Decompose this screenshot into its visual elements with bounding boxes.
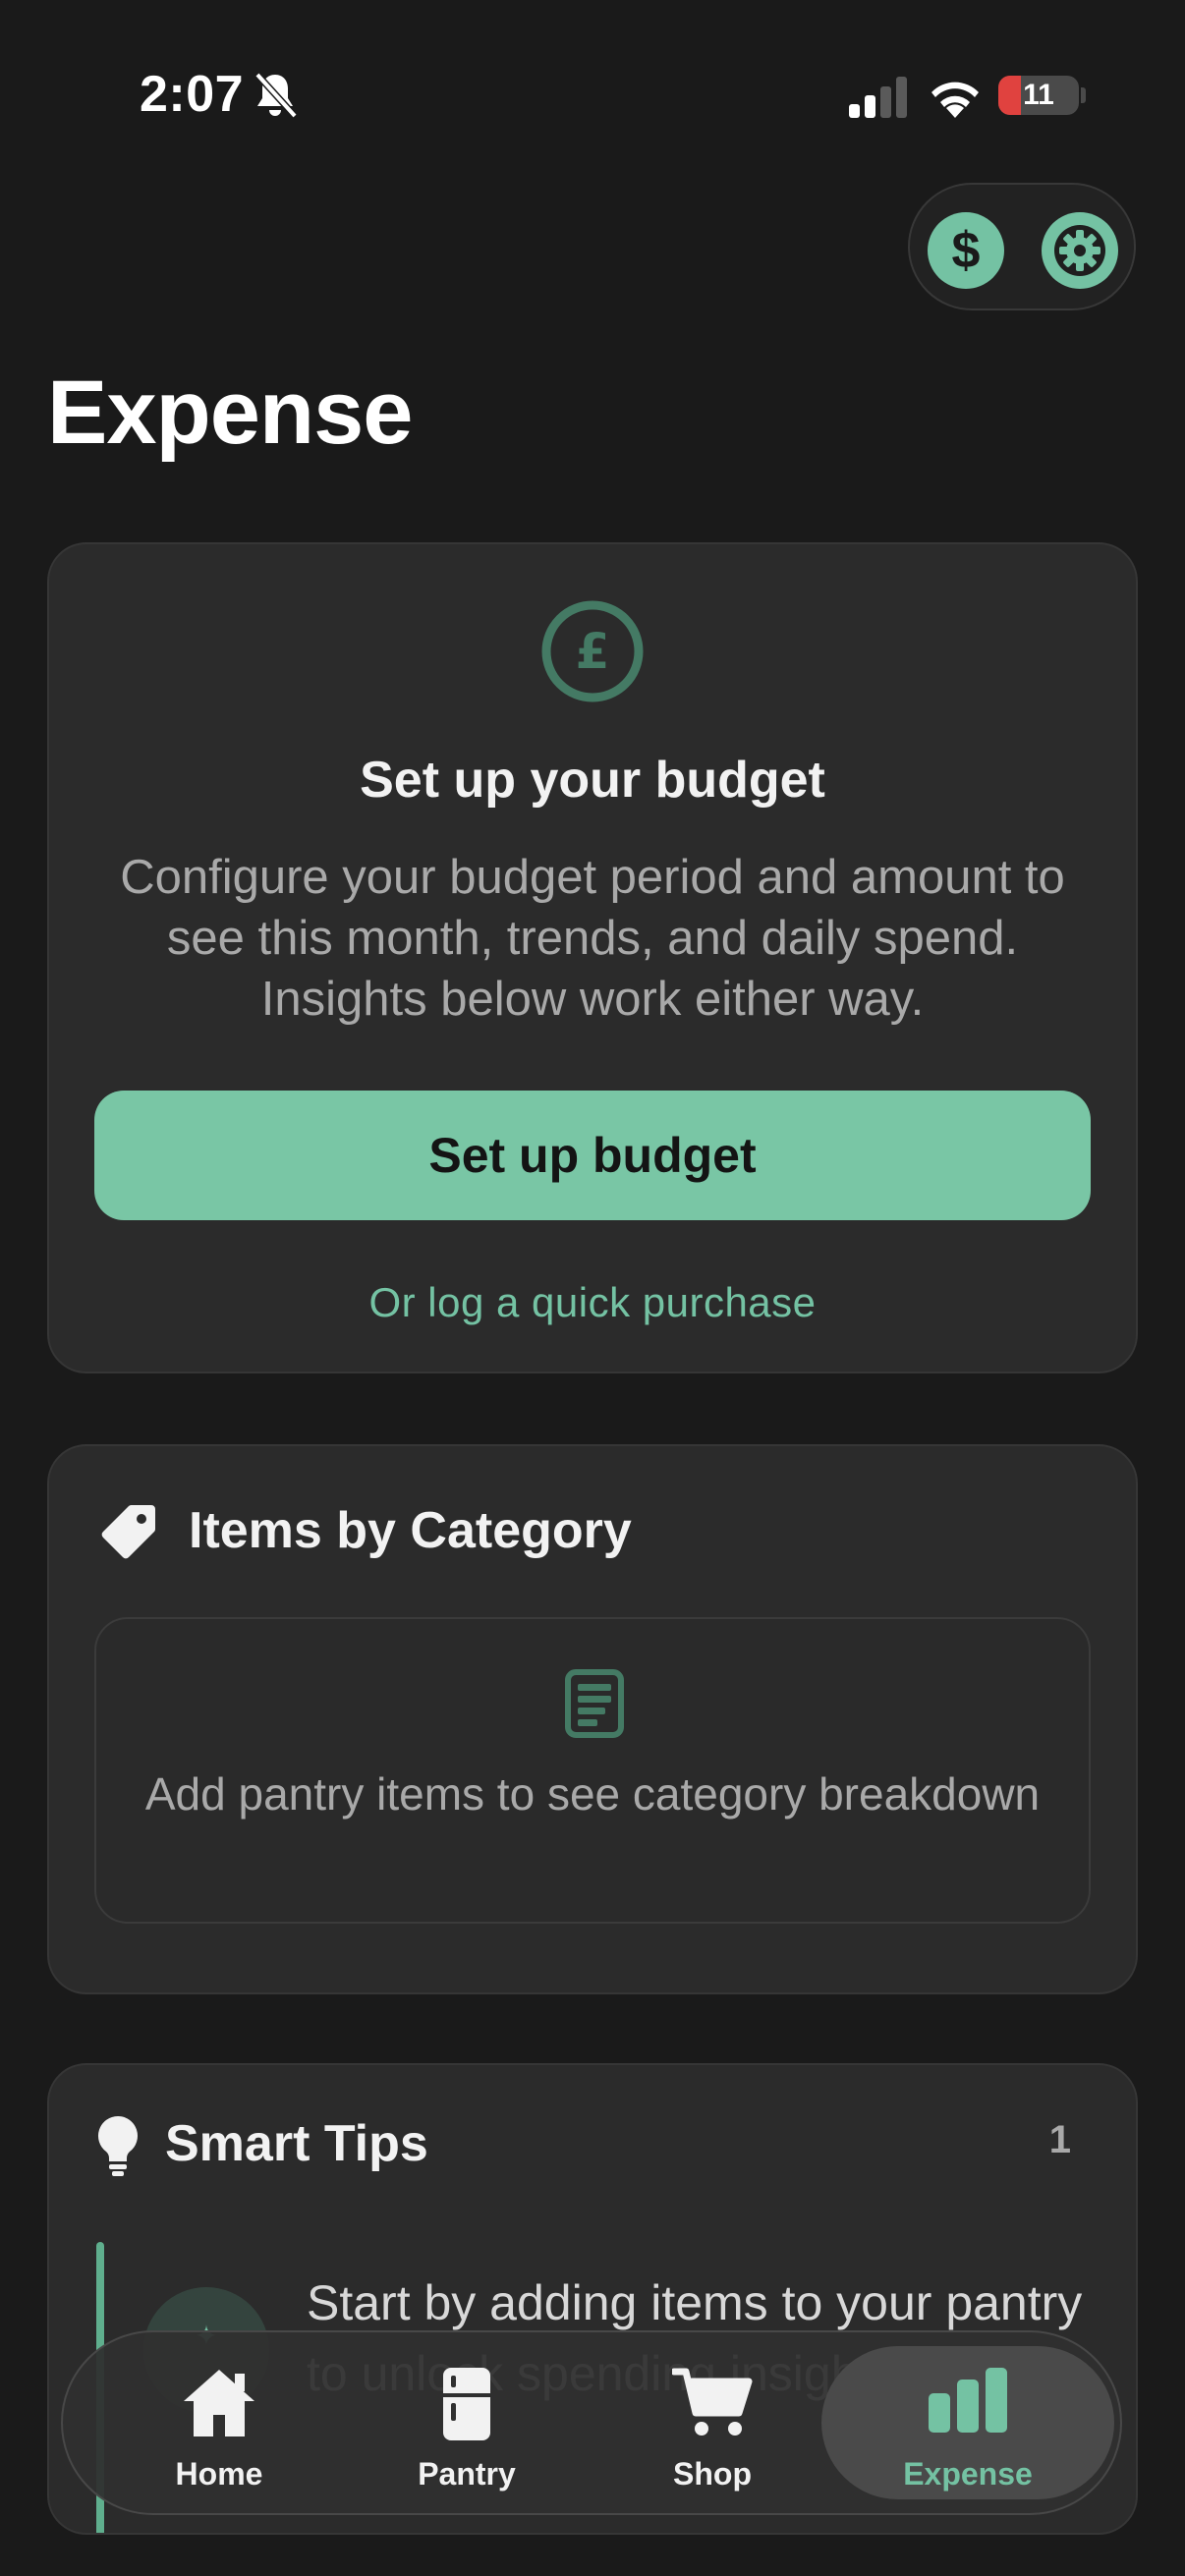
tab-shop[interactable]: Shop bbox=[590, 2332, 835, 2513]
tag-icon bbox=[101, 1504, 156, 1559]
currency-button[interactable]: $ bbox=[928, 212, 1004, 289]
status-time: 2:07 bbox=[140, 66, 245, 123]
bell-slash-icon bbox=[254, 72, 298, 119]
page-title: Expense bbox=[47, 363, 413, 463]
battery-level: 11 bbox=[1023, 79, 1054, 111]
tab-bar: Home Pantry Shop Expense bbox=[61, 2330, 1122, 2515]
status-bar: 2:07 11 bbox=[0, 0, 1185, 187]
svg-text:£: £ bbox=[576, 623, 610, 680]
settings-button[interactable] bbox=[1042, 212, 1118, 289]
home-icon bbox=[184, 2370, 254, 2436]
wifi-icon bbox=[931, 82, 979, 118]
pound-icon: £ bbox=[541, 600, 644, 702]
category-title: Items by Category bbox=[189, 1502, 632, 1559]
smart-tips-title: Smart Tips bbox=[165, 2115, 428, 2172]
budget-heading: Set up your budget bbox=[360, 752, 825, 809]
bar-chart-icon bbox=[929, 2368, 1007, 2433]
setup-budget-button[interactable]: Set up budget bbox=[94, 1091, 1091, 1220]
tab-home[interactable]: Home bbox=[96, 2332, 342, 2513]
tips-count-badge: 1 bbox=[1048, 2118, 1071, 2161]
tab-shop-label: Shop bbox=[673, 2456, 752, 2492]
tab-pantry-label: Pantry bbox=[418, 2456, 516, 2492]
budget-setup-card: £ Set up your budget Configure your budg… bbox=[47, 542, 1138, 1373]
document-icon bbox=[565, 1669, 624, 1738]
tab-pantry[interactable]: Pantry bbox=[344, 2332, 590, 2513]
tab-home-label: Home bbox=[175, 2456, 263, 2492]
cellular-signal-icon bbox=[849, 77, 907, 118]
gear-icon bbox=[1054, 225, 1105, 276]
dollar-icon: $ bbox=[951, 222, 981, 279]
quick-purchase-link[interactable]: Or log a quick purchase bbox=[49, 1279, 1136, 1326]
battery-icon: 11 bbox=[998, 76, 1079, 115]
fridge-icon bbox=[443, 2368, 490, 2440]
category-empty-text: Add pantry items to see category breakdo… bbox=[144, 1768, 1041, 1820]
category-card: Items by Category Add pantry items to se… bbox=[47, 1444, 1138, 1994]
category-empty-state: Add pantry items to see category breakdo… bbox=[94, 1617, 1091, 1924]
budget-description: Configure your budget period and amount … bbox=[120, 851, 1065, 1026]
lightbulb-icon bbox=[98, 2116, 138, 2176]
cart-icon bbox=[672, 2368, 753, 2436]
top-actions: $ bbox=[908, 183, 1136, 310]
battery-cap bbox=[1081, 87, 1086, 103]
tab-expense[interactable]: Expense bbox=[821, 2346, 1114, 2499]
tab-expense-label: Expense bbox=[903, 2456, 1033, 2492]
